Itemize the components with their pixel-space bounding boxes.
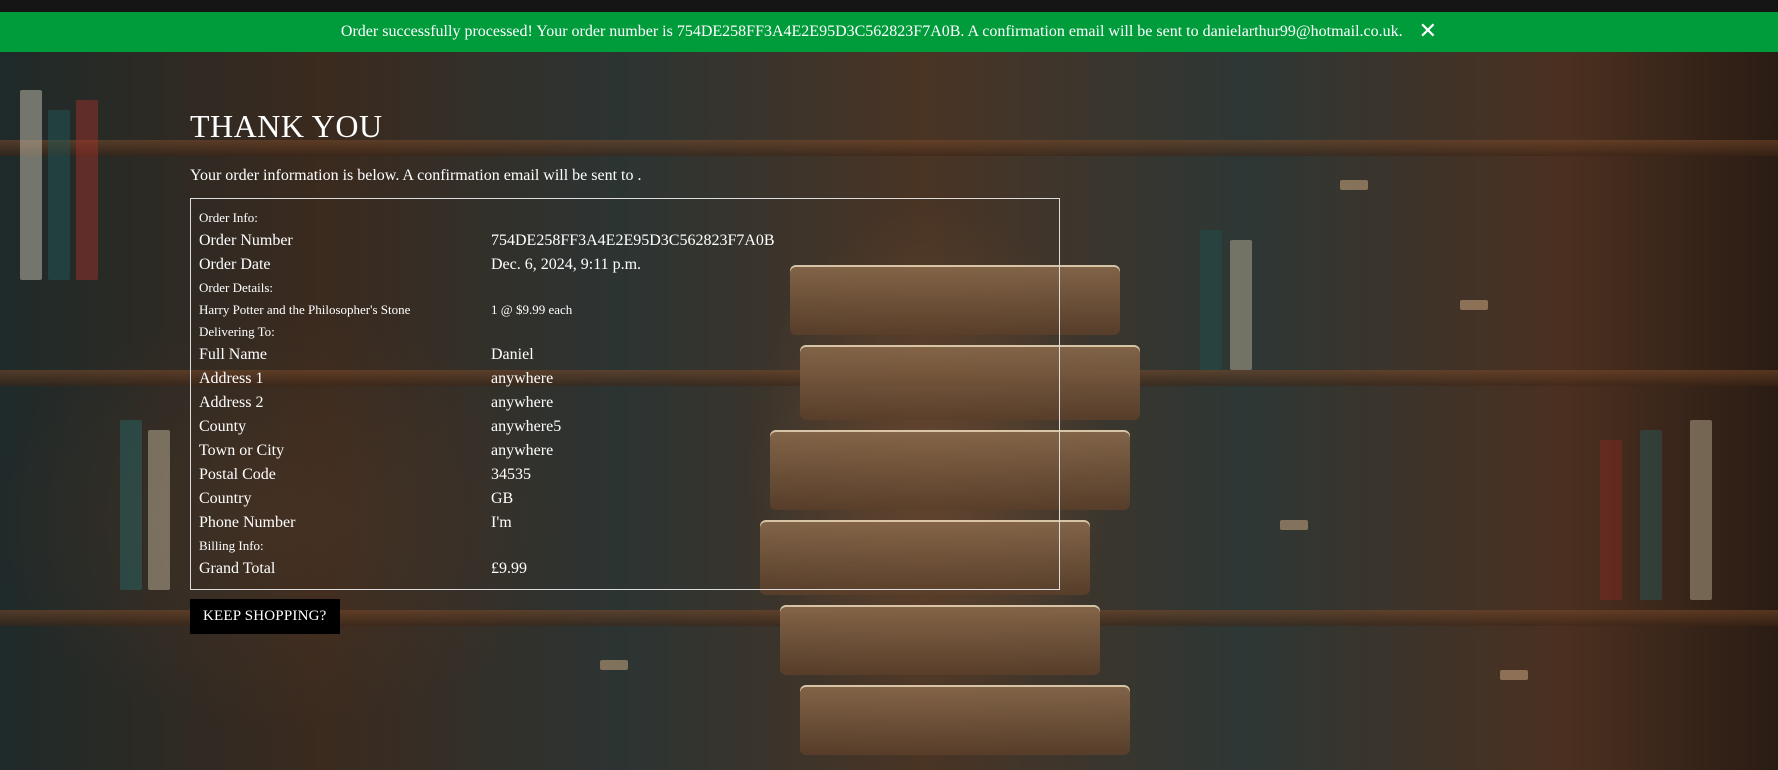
country-row: Country GB <box>199 487 1051 511</box>
intro-text: Your order information is below. A confi… <box>190 167 642 184</box>
banner-message: Order successfully processed! Your order… <box>340 23 1403 40</box>
order-number-label: Order Number <box>199 232 293 249</box>
town-label: Town or City <box>199 442 285 459</box>
address2-value: anywhere <box>491 394 554 411</box>
billing-info-heading: Billing Info: <box>199 538 264 553</box>
address1-label: Address 1 <box>199 370 264 387</box>
order-item-title: Harry Potter and the Philosopher's Stone <box>199 302 411 317</box>
order-date-label: Order Date <box>199 256 271 273</box>
town-row: Town or City anywhere <box>199 439 1051 463</box>
phone-label: Phone Number <box>199 514 296 531</box>
phone-row: Phone Number I'm <box>199 511 1051 535</box>
order-number-row: Order Number 754DE258FF3A4E2E95D3C562823… <box>199 229 1051 253</box>
order-item-row: Harry Potter and the Philosopher's Stone… <box>199 299 1051 321</box>
success-banner: Order successfully processed! Your order… <box>0 12 1778 52</box>
order-date-row: Order Date Dec. 6, 2024, 9:11 p.m. <box>199 253 1051 277</box>
grand-total-label: Grand Total <box>199 560 276 577</box>
page-title: THANK YOU <box>190 108 383 144</box>
full-name-value: Daniel <box>491 346 534 363</box>
postal-code-row: Postal Code 34535 <box>199 463 1051 487</box>
phone-value: I'm <box>491 514 512 531</box>
section-heading-delivering-to: Delivering To: <box>199 321 1051 343</box>
grand-total-row: Grand Total £9.99 <box>199 557 1051 581</box>
country-value: GB <box>491 490 514 507</box>
town-value: anywhere <box>491 442 554 459</box>
grand-total-value: £9.99 <box>491 560 527 577</box>
order-item-qty-price: 1 @ $9.99 each <box>491 302 573 317</box>
section-heading-order-info: Order Info: <box>199 207 1051 229</box>
order-date-value: Dec. 6, 2024, 9:11 p.m. <box>491 256 642 273</box>
address1-row: Address 1 anywhere <box>199 367 1051 391</box>
top-bar <box>0 0 1778 12</box>
postal-code-value: 34535 <box>491 466 531 483</box>
order-summary-box: Order Info: Order Number 754DE258FF3A4E2… <box>190 198 1060 590</box>
delivering-to-heading: Delivering To: <box>199 324 275 339</box>
county-value: anywhere5 <box>491 418 562 435</box>
address1-value: anywhere <box>491 370 554 387</box>
country-label: Country <box>199 490 252 507</box>
postal-code-label: Postal Code <box>199 466 276 483</box>
order-info-heading: Order Info: <box>199 210 258 225</box>
order-number-value: 754DE258FF3A4E2E95D3C562823F7A0B <box>491 232 775 249</box>
full-name-row: Full Name Daniel <box>199 343 1051 367</box>
close-icon[interactable]: ✕ <box>1419 21 1437 43</box>
full-name-label: Full Name <box>199 346 267 363</box>
main-content: THANK YOU Your order information is belo… <box>190 108 1060 634</box>
address2-row: Address 2 anywhere <box>199 391 1051 415</box>
address2-label: Address 2 <box>199 394 264 411</box>
county-row: County anywhere5 <box>199 415 1051 439</box>
section-heading-order-details: Order Details: <box>199 277 1051 299</box>
order-details-heading: Order Details: <box>199 280 274 295</box>
keep-shopping-button[interactable]: KEEP SHOPPING? <box>190 599 340 634</box>
section-heading-billing-info: Billing Info: <box>199 535 1051 557</box>
county-label: County <box>199 418 247 435</box>
